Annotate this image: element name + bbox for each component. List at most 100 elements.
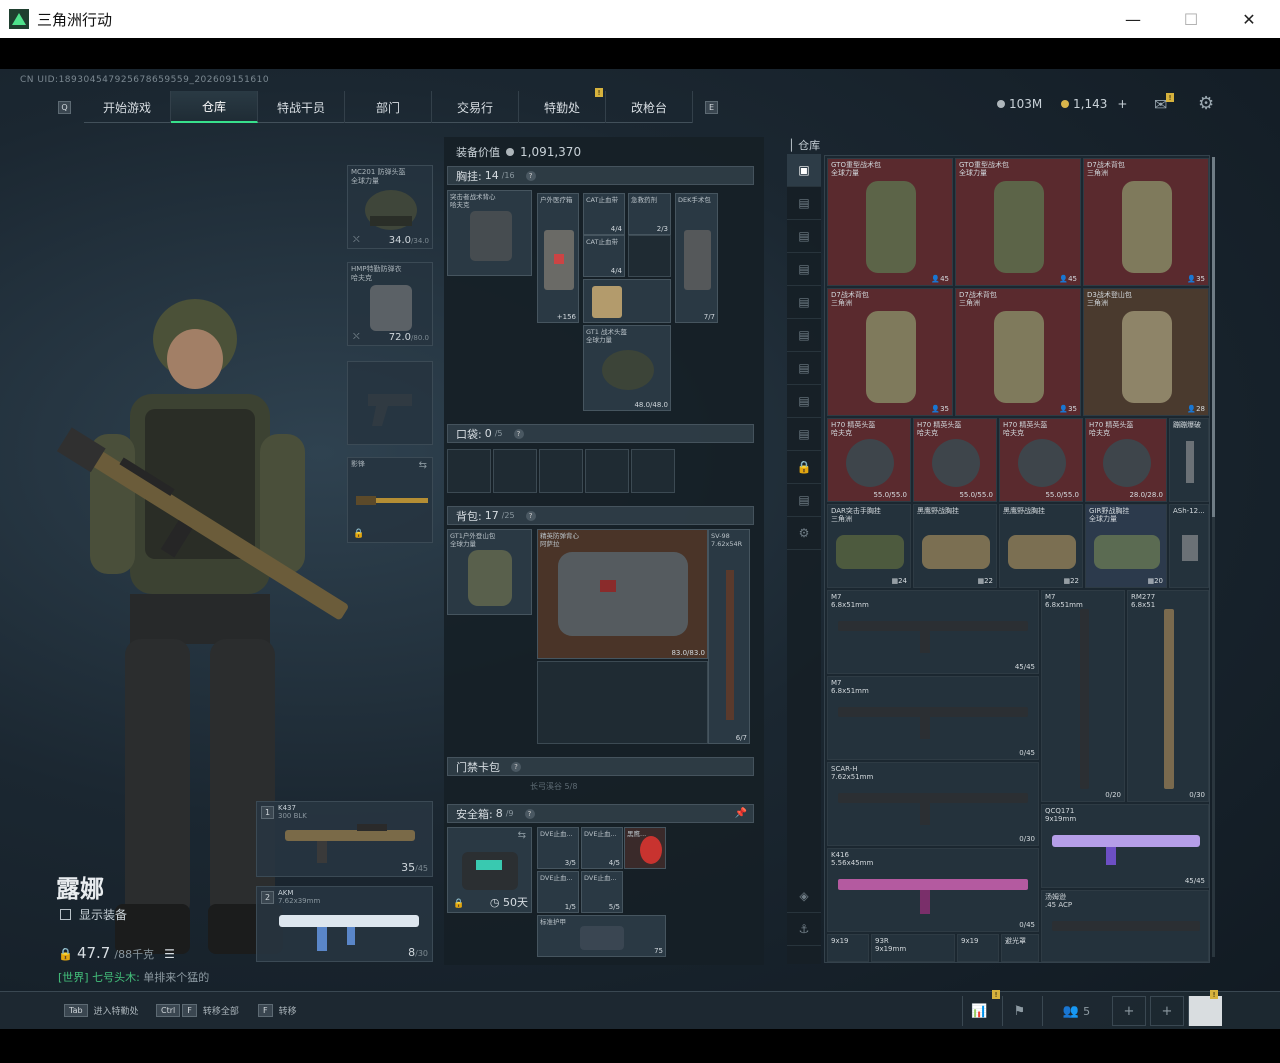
swap-icon[interactable]: ⇆ <box>419 460 427 471</box>
invite-slot-button[interactable]: + <box>1112 996 1146 1026</box>
elite-vest-item[interactable]: 精英防弹背心 阿萨拉 83.0/83.0 <box>537 529 708 659</box>
medkit-item[interactable]: 户外医疗箱 +156 <box>537 193 579 323</box>
weight-list-icon[interactable]: ☰ <box>164 947 175 961</box>
warehouse-item[interactable]: 黑鹰野战胸挂 ▦22 <box>999 504 1083 588</box>
warehouse-weapon[interactable]: M7 6.8x51mm 0/20 <box>1041 590 1125 802</box>
safebox-container[interactable]: ⇆ 🔒 ◷ 50天 <box>447 827 532 913</box>
hemostatic-item[interactable]: DVE止血... 5/5 <box>581 871 623 913</box>
tourniquet-item[interactable]: CAT止血带 4/4 <box>583 193 625 235</box>
pistol-item[interactable]: 93R 9x19mm <box>871 934 955 962</box>
swap-icon[interactable]: ⇆ <box>518 830 526 841</box>
ammo-item[interactable]: 9x19 <box>827 934 869 962</box>
warehouse-item[interactable]: DAR突击手胸挂 三角洲 ▦24 <box>827 504 911 588</box>
tab-operators[interactable]: 特战干员 <box>258 91 345 123</box>
warehouse-tab-8[interactable]: ▤ <box>787 418 821 451</box>
backpack-item[interactable]: GT1户外登山包 全球力量 <box>447 529 532 615</box>
pocket-slot[interactable] <box>493 449 537 493</box>
warehouse-weapon[interactable]: K416 5.56x45mm 0/45 <box>827 848 1039 932</box>
world-chat-line[interactable]: [世界] 七号头木: 单排来个猛的 <box>58 969 209 985</box>
helmet-slot[interactable]: MC201 防弹头盔 全球力量 ⛌ 34.0/34.0 <box>347 165 433 249</box>
show-equipment-toggle[interactable]: 显示装备 <box>60 906 127 923</box>
hemostatic-item[interactable]: DVE止血... 1/5 <box>537 871 579 913</box>
attachment-item[interactable]: 避光罩 <box>1001 934 1039 962</box>
hemostatic-item[interactable]: DVE止血... 3/5 <box>537 827 579 869</box>
primary-weapon-slot[interactable]: 1 K437 300 BLK 35/45 <box>256 801 433 877</box>
nav-right-key[interactable]: E <box>705 101 718 114</box>
hint-transfer-all[interactable]: Ctrl F 转移全部 <box>156 1004 239 1017</box>
warehouse-sort-icon[interactable]: ⚓ <box>787 913 821 946</box>
sniper-rifle-item[interactable]: SV-98 7.62x54R 6/7 <box>708 529 750 744</box>
tourniquet-item[interactable]: CAT止血带 4/4 <box>583 235 625 277</box>
invite-slot-button[interactable]: + <box>1150 996 1184 1026</box>
armor-plate-item[interactable]: 标准护甲 75 <box>537 915 666 957</box>
help-icon[interactable]: ? <box>525 170 536 181</box>
warehouse-tab-2[interactable]: ▤ <box>787 220 821 253</box>
player-avatar[interactable] <box>1188 996 1222 1026</box>
hemostatic-item[interactable]: DVE止血... 4/5 <box>581 827 623 869</box>
help-icon[interactable]: ? <box>525 510 536 521</box>
warehouse-item[interactable]: GTO重型战术包 全球力量 👤45 <box>827 158 953 286</box>
help-icon[interactable]: ? <box>511 761 521 772</box>
mask-item[interactable]: 黑鹰... <box>624 827 666 869</box>
maximize-button[interactable]: ☐ <box>1162 0 1220 38</box>
hint-enter-special-ops[interactable]: Tab 进入特勤处 <box>64 1004 139 1017</box>
warehouse-settings-icon[interactable]: ⚙ <box>787 517 821 550</box>
warehouse-item[interactable]: ASh-12... <box>1169 504 1209 588</box>
warehouse-tab-3[interactable]: ▤ <box>787 253 821 286</box>
warehouse-tab-7[interactable]: ▤ <box>787 385 821 418</box>
warehouse-weapon[interactable]: SCAR-H 7.62x51mm 0/30 <box>827 762 1039 846</box>
melee-slot[interactable]: 影锋 ⇆ 🔒 <box>347 457 433 543</box>
warehouse-weapon[interactable]: M7 6.8x51mm 0/45 <box>827 676 1039 760</box>
pocket-slot[interactable] <box>447 449 491 493</box>
tab-special-ops[interactable]: 特勤处 <box>519 91 606 123</box>
warehouse-tab-4[interactable]: ▤ <box>787 286 821 319</box>
warehouse-tab-all[interactable]: ▣ <box>787 154 821 187</box>
warehouse-weapon[interactable]: RM277 6.8x51 0/30 <box>1127 590 1209 802</box>
tactical-helmet-item[interactable]: GT1 战术头盔 全球力量 48.0/48.0 <box>583 325 671 411</box>
warehouse-item[interactable]: H70 精英头盔 哈夫克 55.0/55.0 <box>913 418 997 502</box>
warehouse-tab-9[interactable]: ▤ <box>787 484 821 517</box>
tab-start-game[interactable]: 开始游戏 <box>84 91 171 123</box>
warehouse-tab-1[interactable]: ▤ <box>787 187 821 220</box>
warehouse-weapon[interactable]: M7 6.8x51mm 45/45 <box>827 590 1039 674</box>
hint-transfer[interactable]: F 转移 <box>258 1004 297 1017</box>
warehouse-item[interactable]: H70 精英头盔 哈夫克 28.0/28.0 <box>1085 418 1167 502</box>
close-button[interactable]: ✕ <box>1220 0 1278 38</box>
warehouse-item[interactable]: D7战术背包 三角洲 👤35 <box>1083 158 1209 286</box>
warehouse-layers-icon[interactable]: ◈ <box>787 880 821 913</box>
pocket-slot[interactable] <box>631 449 675 493</box>
pocket-slot[interactable] <box>585 449 629 493</box>
pin-icon[interactable]: 📌 <box>735 808 747 819</box>
armor-slot[interactable]: HMP特勤防弹衣 哈夫克 ⛌ 72.0/80.0 <box>347 262 433 346</box>
tab-department[interactable]: 部门 <box>345 91 432 123</box>
warehouse-item[interactable]: H70 精英头盔 哈夫克 55.0/55.0 <box>999 418 1083 502</box>
tab-market[interactable]: 交易行 <box>432 91 519 123</box>
first-aid-item[interactable]: 急救药剂 2/3 <box>628 193 671 235</box>
nav-left-key[interactable]: Q <box>58 101 71 114</box>
pistol-slot-empty[interactable] <box>347 361 433 445</box>
secondary-weapon-slot[interactable]: 2 AKM 7.62x39mm 8/30 <box>256 886 433 962</box>
tab-gunsmith[interactable]: 改枪台 <box>606 91 693 123</box>
stats-chart-icon[interactable]: 📊 <box>962 996 996 1026</box>
warehouse-scrollbar[interactable] <box>1212 157 1215 957</box>
backpack-empty-area[interactable] <box>537 661 708 744</box>
warehouse-weapon[interactable]: QCQ171 9x19mm 45/45 <box>1041 804 1209 888</box>
warehouse-tab-6[interactable]: ▤ <box>787 352 821 385</box>
warehouse-tab-5[interactable]: ▤ <box>787 319 821 352</box>
warehouse-item[interactable]: GTO重型战术包 全球力量 👤45 <box>955 158 1081 286</box>
minimize-button[interactable]: — <box>1104 0 1162 38</box>
show-equipment-checkbox[interactable] <box>60 909 71 920</box>
tab-warehouse[interactable]: 仓库 <box>171 91 258 123</box>
surgery-kit-item[interactable]: DEK手术包 7/7 <box>675 193 718 323</box>
warehouse-item[interactable]: 黑鹰野战胸挂 ▦22 <box>913 504 997 588</box>
chest-rig-item[interactable]: 突击者战术背心 哈夫克 <box>447 190 532 276</box>
help-icon[interactable]: ? <box>513 428 524 439</box>
flag-icon[interactable]: ⚑ <box>1002 996 1036 1026</box>
warehouse-weapon[interactable]: 汤姆逊 .45 ACP <box>1041 890 1209 962</box>
empty-cell[interactable] <box>628 235 671 277</box>
warehouse-item[interactable]: D7战术背包 三角洲 👤35 <box>955 288 1081 416</box>
settings-gear-icon[interactable]: ⚙ <box>1198 93 1214 114</box>
bandage-item[interactable] <box>583 279 671 323</box>
warehouse-tab-locked[interactable]: 🔒 <box>787 451 821 484</box>
warehouse-item[interactable]: H70 精英头盔 哈夫克 55.0/55.0 <box>827 418 911 502</box>
